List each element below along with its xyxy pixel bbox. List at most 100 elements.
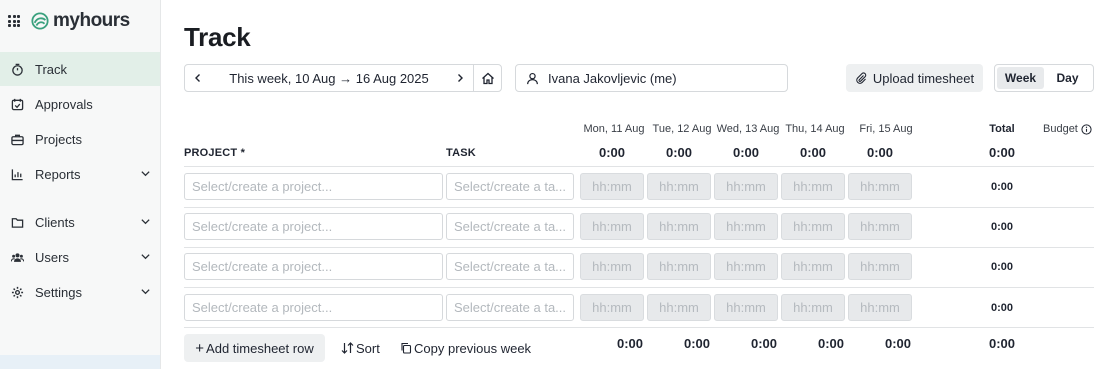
day-header: Tue, 12 Aug	[652, 123, 712, 135]
task-select[interactable]: Select/create a ta...	[446, 294, 574, 321]
row-total: 0:00	[990, 221, 1014, 233]
bar-chart-icon	[11, 168, 24, 181]
footer-day-total: 0:00	[616, 336, 644, 351]
chevron-down-icon[interactable]	[140, 216, 151, 227]
sidebar-item-label: Reports	[35, 166, 81, 182]
sort-button[interactable]: Sort	[341, 334, 380, 362]
next-week-button[interactable]	[447, 65, 473, 91]
time-input[interactable]: hh:mm	[580, 253, 644, 280]
day-total: 0:00	[799, 145, 827, 160]
user-selector[interactable]: Ivana Jakovljevic (me)	[515, 64, 788, 92]
day-total: 0:00	[598, 145, 626, 160]
time-input[interactable]: hh:mm	[580, 213, 644, 240]
time-input[interactable]: hh:mm	[714, 173, 778, 200]
footer-day-total: 0:00	[750, 336, 778, 351]
time-input[interactable]: hh:mm	[781, 253, 845, 280]
copy-icon	[401, 342, 412, 354]
brand-name: myhours	[53, 10, 130, 31]
info-icon[interactable]	[1081, 123, 1092, 135]
time-input[interactable]: hh:mm	[580, 294, 644, 321]
divider	[184, 166, 1094, 167]
time-input[interactable]: hh:mm	[647, 294, 711, 321]
budget-label: Budget	[1043, 123, 1078, 135]
time-input[interactable]: hh:mm	[647, 253, 711, 280]
divider	[184, 247, 1094, 248]
gear-icon	[11, 286, 24, 299]
sidebar-item-label: Clients	[35, 214, 75, 230]
sort-label: Sort	[356, 340, 380, 356]
row-total: 0:00	[990, 261, 1014, 273]
copy-label: Copy previous week	[414, 340, 532, 356]
date-range-label[interactable]: This week, 10 Aug → 16 Aug 2025	[211, 71, 447, 86]
total-header: Total	[989, 123, 1015, 135]
divider	[184, 287, 1094, 288]
day-total: 0:00	[665, 145, 693, 160]
time-input[interactable]: hh:mm	[580, 173, 644, 200]
chevron-down-icon[interactable]	[140, 168, 151, 179]
sidebar-footer	[0, 355, 160, 369]
upload-label: Upload timesheet	[872, 70, 975, 86]
calendar-check-icon	[11, 98, 24, 111]
sidebar-item-label: Approvals	[35, 96, 93, 112]
task-select[interactable]: Select/create a ta...	[446, 213, 574, 240]
time-input[interactable]: hh:mm	[781, 213, 845, 240]
sidebar-item-track[interactable]: Track	[0, 52, 160, 86]
footer-day-total: 0:00	[884, 336, 912, 351]
time-input[interactable]: hh:mm	[848, 253, 912, 280]
myhours-logo-icon	[31, 12, 49, 30]
add-timesheet-row-button[interactable]: + Add timesheet row	[184, 334, 325, 362]
sidebar-item-users[interactable]: Users	[0, 240, 160, 274]
project-select[interactable]: Select/create a project...	[184, 294, 443, 321]
day-header: Wed, 13 Aug	[716, 123, 780, 135]
week-total: 0:00	[988, 145, 1016, 160]
view-day-button[interactable]: Day	[1044, 67, 1091, 89]
footer-day-total: 0:00	[683, 336, 711, 351]
day-header: Thu, 14 Aug	[785, 123, 845, 135]
time-input[interactable]: hh:mm	[714, 213, 778, 240]
plus-icon: +	[195, 339, 205, 357]
time-input[interactable]: hh:mm	[848, 294, 912, 321]
home-icon	[481, 72, 494, 84]
divider	[184, 327, 1094, 328]
chevron-left-icon	[195, 74, 200, 82]
sidebar-item-projects[interactable]: Projects	[0, 122, 160, 156]
page-title: Track	[184, 22, 251, 52]
task-select[interactable]: Select/create a ta...	[446, 253, 574, 280]
project-select[interactable]: Select/create a project...	[184, 213, 443, 240]
sidebar-item-label: Track	[35, 61, 68, 77]
day-header: Mon, 11 Aug	[583, 123, 645, 135]
user-icon	[527, 72, 538, 84]
time-input[interactable]: hh:mm	[848, 173, 912, 200]
time-input[interactable]: hh:mm	[714, 294, 778, 321]
time-input[interactable]: hh:mm	[848, 213, 912, 240]
upload-timesheet-button[interactable]: Upload timesheet	[846, 64, 983, 92]
chevron-down-icon[interactable]	[140, 286, 151, 297]
chevron-down-icon[interactable]	[140, 251, 151, 262]
sidebar-item-settings[interactable]: Settings	[0, 275, 160, 309]
day-total: 0:00	[866, 145, 894, 160]
paperclip-icon	[856, 72, 867, 84]
selected-user: Ivana Jakovljevic (me)	[548, 70, 677, 86]
app-grid-icon[interactable]	[8, 15, 20, 27]
copy-previous-week-button[interactable]: Copy previous week	[400, 334, 531, 362]
time-input[interactable]: hh:mm	[647, 173, 711, 200]
sidebar-item-reports[interactable]: Reports	[0, 157, 160, 191]
time-input[interactable]: hh:mm	[647, 213, 711, 240]
project-select[interactable]: Select/create a project...	[184, 253, 443, 280]
sidebar-item-clients[interactable]: Clients	[0, 205, 160, 239]
time-input[interactable]: hh:mm	[714, 253, 778, 280]
project-select[interactable]: Select/create a project...	[184, 173, 443, 200]
row-total: 0:00	[990, 181, 1014, 193]
previous-week-button[interactable]	[185, 65, 211, 91]
logo-row: myhours	[8, 10, 130, 32]
sidebar: myhours Track Approvals Projects Reports…	[0, 0, 161, 369]
sidebar-item-approvals[interactable]: Approvals	[0, 87, 160, 121]
view-toggle: Week Day	[994, 64, 1094, 92]
task-select[interactable]: Select/create a ta...	[446, 173, 574, 200]
time-input[interactable]: hh:mm	[781, 173, 845, 200]
folder-icon	[11, 216, 24, 229]
project-column-header: PROJECT *	[184, 147, 246, 159]
view-week-button[interactable]: Week	[997, 67, 1044, 89]
current-week-button[interactable]	[473, 65, 501, 91]
time-input[interactable]: hh:mm	[781, 294, 845, 321]
